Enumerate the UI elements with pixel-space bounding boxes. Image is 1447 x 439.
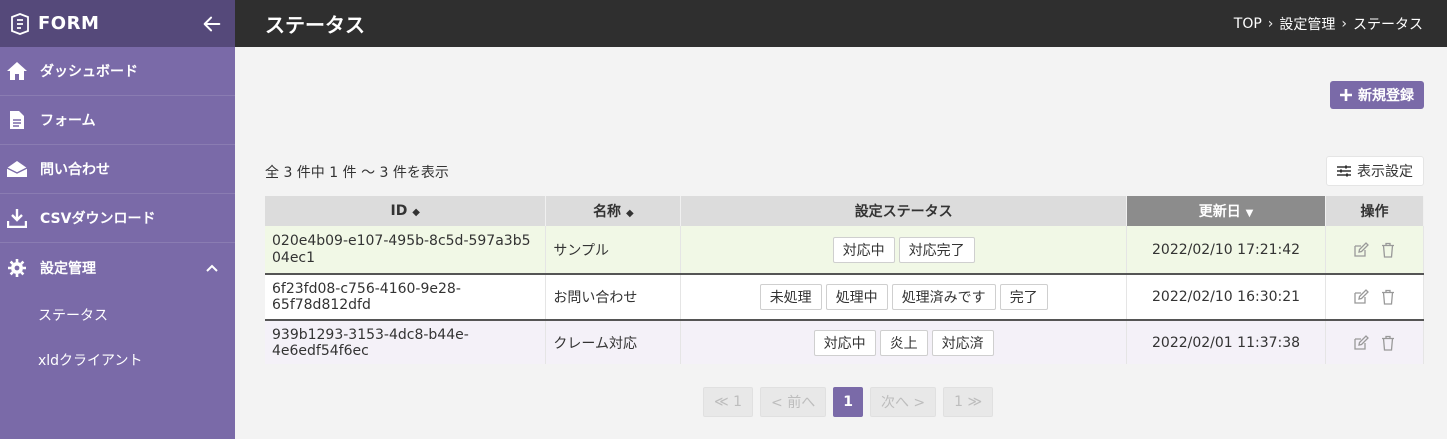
cell-ops — [1325, 274, 1424, 321]
gear-icon — [6, 257, 28, 279]
inbox-icon — [6, 158, 28, 180]
cell-name: クレーム対応 — [545, 320, 682, 364]
brand-title: FORM — [38, 13, 100, 34]
sidebar-item-csv-download[interactable]: CSVダウンロード — [0, 194, 235, 243]
cell-ops — [1325, 226, 1424, 275]
main-content: 新規登録 全 3 件中 1 件 ～ 3 件を表示 表示設定 ID ◆ 名称 ◆ … — [235, 47, 1447, 439]
new-register-button[interactable]: 新規登録 — [1330, 81, 1424, 109]
status-tag: 未処理 — [759, 284, 822, 310]
display-settings-label: 表示設定 — [1357, 164, 1413, 180]
sidebar-subitem-status[interactable]: ステータス — [0, 292, 235, 337]
top-bar: ステータス TOP › 設定管理 › ステータス — [235, 0, 1447, 47]
page-first[interactable]: ≪ 1 — [703, 387, 754, 417]
edit-icon[interactable] — [1353, 289, 1370, 305]
plus-icon — [1340, 89, 1352, 101]
table-row[interactable]: 6f23fd08-c756-4160-9e28-65f78d812dfd お問い… — [265, 274, 1424, 321]
breadcrumb-separator: › — [1267, 15, 1274, 32]
display-settings-button[interactable]: 表示設定 — [1326, 156, 1424, 186]
breadcrumb: TOP › 設定管理 › ステータス — [1234, 14, 1423, 34]
cell-id: 6f23fd08-c756-4160-9e28-65f78d812dfd — [265, 274, 547, 321]
cell-ops — [1325, 320, 1424, 364]
chevron-up-icon[interactable] — [205, 261, 219, 275]
page-next[interactable]: 次へ > — [869, 387, 937, 417]
logo-icon — [11, 12, 29, 35]
column-header-id[interactable]: ID ◆ — [265, 196, 547, 226]
sidebar-item-settings[interactable]: 設定管理 — [0, 243, 235, 292]
cell-updated: 2022/02/10 16:30:21 — [1126, 274, 1326, 321]
status-tag: 対応済 — [931, 329, 994, 356]
new-register-label: 新規登録 — [1358, 88, 1414, 104]
cell-id: 939b1293-3153-4dc8-b44e-4e6edf54f6ec — [265, 320, 547, 364]
sidebar-item-inquiries[interactable]: 問い合わせ — [0, 145, 235, 194]
sort-desc-icon: ▼ — [1245, 208, 1254, 219]
status-tag: 処理中 — [825, 284, 888, 310]
status-table: ID ◆ 名称 ◆ 設定ステータス 更新日 ▼ 操作 020e4b09-e107… — [265, 196, 1424, 364]
sliders-icon — [1337, 165, 1351, 177]
trash-icon[interactable] — [1380, 335, 1396, 351]
sidebar-item-form[interactable]: フォーム — [0, 96, 235, 145]
cell-status: 対応中 対応完了 — [680, 226, 1128, 275]
table-row[interactable]: 939b1293-3153-4dc8-b44e-4e6edf54f6ec クレー… — [265, 320, 1424, 364]
sidebar-item-dashboard[interactable]: ダッシュボード — [0, 47, 235, 96]
cell-updated: 2022/02/10 17:21:42 — [1126, 226, 1326, 275]
sort-icon: ◆ — [412, 207, 420, 218]
column-header-ops: 操作 — [1325, 196, 1424, 226]
home-icon — [6, 60, 28, 82]
document-icon — [6, 109, 28, 131]
trash-icon[interactable] — [1380, 242, 1396, 258]
breadcrumb-current: ステータス — [1353, 16, 1423, 33]
sidebar-item-label: CSVダウンロード — [40, 211, 156, 227]
download-icon — [6, 207, 28, 229]
cell-name: サンプル — [545, 226, 682, 275]
page-last[interactable]: 1 ≫ — [943, 387, 994, 417]
column-header-updated[interactable]: 更新日 ▼ — [1126, 196, 1326, 226]
column-header-status: 設定ステータス — [680, 196, 1128, 226]
cell-updated: 2022/02/01 11:37:38 — [1126, 320, 1326, 364]
page-title: ステータス — [265, 13, 365, 37]
status-tag: 対応中 — [813, 329, 876, 356]
status-tag: 完了 — [999, 284, 1048, 310]
edit-icon[interactable] — [1353, 241, 1370, 258]
edit-icon[interactable] — [1353, 334, 1370, 351]
trash-icon[interactable] — [1380, 289, 1396, 305]
page-prev[interactable]: < 前へ — [760, 387, 827, 417]
sidebar-item-label: フォーム — [40, 113, 96, 129]
status-tag: 炎上 — [879, 329, 928, 356]
sidebar: FORM ダッシュボード フォーム 問い合わせ CSVダウンロード 設定管理 ス… — [0, 0, 235, 439]
sidebar-subitem-xld-client[interactable]: xldクライアント — [0, 337, 235, 382]
column-header-name[interactable]: 名称 ◆ — [545, 196, 682, 226]
sidebar-item-label: ダッシュボード — [40, 64, 138, 80]
status-tag: 対応中 — [832, 236, 895, 263]
cell-status: 対応中 炎上 対応済 — [680, 320, 1128, 364]
cell-name: お問い合わせ — [545, 274, 682, 321]
cell-status: 未処理 処理中 処理済みです 完了 — [680, 274, 1128, 321]
breadcrumb-settings[interactable]: 設定管理 — [1279, 14, 1335, 34]
page-current[interactable]: 1 — [833, 387, 863, 417]
status-tag: 対応完了 — [898, 236, 975, 263]
table-row[interactable]: 020e4b09-e107-495b-8c5d-597a3b504ec1 サンプ… — [265, 226, 1424, 275]
sidebar-item-label: 問い合わせ — [40, 162, 110, 178]
sidebar-item-label: 設定管理 — [40, 260, 96, 277]
status-tag: 処理済みです — [891, 284, 996, 310]
result-count: 全 3 件中 1 件 ～ 3 件を表示 — [265, 165, 449, 181]
pagination: ≪ 1 < 前へ 1 次へ > 1 ≫ — [703, 387, 994, 417]
back-arrow-icon[interactable] — [201, 13, 223, 35]
cell-id: 020e4b09-e107-495b-8c5d-597a3b504ec1 — [265, 226, 547, 275]
breadcrumb-top[interactable]: TOP — [1234, 16, 1262, 32]
sort-icon: ◆ — [625, 208, 634, 219]
breadcrumb-separator: › — [1341, 15, 1347, 32]
brand-bar: FORM — [0, 0, 235, 47]
